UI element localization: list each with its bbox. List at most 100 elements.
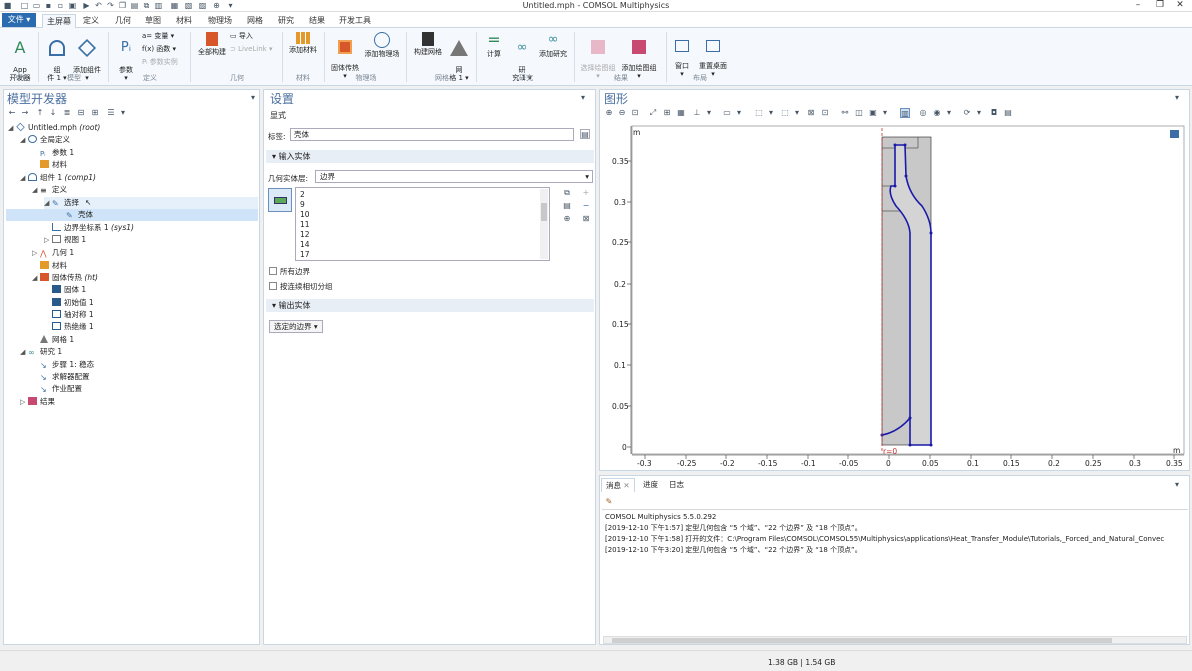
back-icon[interactable]: ← <box>7 108 17 118</box>
scrollbar-thumb[interactable] <box>612 638 1112 643</box>
close-icon[interactable]: ✕ <box>623 481 629 490</box>
add-to-selection-icon[interactable]: ⧉ <box>562 188 572 198</box>
list-options-icon[interactable]: ☰ <box>106 108 116 118</box>
clear-messages-icon[interactable]: ✎ <box>604 497 614 507</box>
label-input[interactable]: 壳体 <box>290 128 574 141</box>
zoom-extents-icon[interactable]: ⤢ <box>648 108 658 118</box>
camera-icon[interactable]: ◘ <box>989 108 999 118</box>
dropdown-icon[interactable]: ▾ <box>944 108 954 118</box>
activate-selection-button[interactable] <box>268 188 292 212</box>
show-icon[interactable]: ≣ <box>62 108 72 118</box>
tree-item-definitions[interactable]: ◢ ≡ 定义 <box>32 184 67 196</box>
tab-results[interactable]: 结果 <box>306 14 328 28</box>
dropdown-icon[interactable]: ▾ <box>766 108 776 118</box>
collapse-icon[interactable]: ⊟ <box>76 108 86 118</box>
tab-physics[interactable]: 物理场 <box>205 14 235 28</box>
move-down-icon[interactable]: ↓ <box>48 108 58 118</box>
invert-selection-icon[interactable]: ⊡ <box>820 108 830 118</box>
forward-icon[interactable]: → <box>20 108 30 118</box>
tab-log[interactable]: 日志 <box>666 478 687 492</box>
tree-item-mesh[interactable]: 网格 1 <box>32 334 74 346</box>
compute-button[interactable]: = 计算 <box>482 32 506 59</box>
add-study-button[interactable]: ∞ 添加研究 <box>536 32 570 58</box>
dropdown-icon[interactable]: ▾ <box>118 108 128 118</box>
view-cube-icon[interactable] <box>1170 130 1179 138</box>
close-button[interactable]: ✕ <box>1170 0 1190 11</box>
collapse-arrow-icon[interactable]: ◢ <box>20 134 28 146</box>
expand-arrow-icon[interactable]: ▷ <box>32 247 40 259</box>
windows-button[interactable]: 窗口 ▾ <box>670 32 694 78</box>
dropdown-icon[interactable]: ▾ <box>974 108 984 118</box>
refresh-icon[interactable]: ⟳ <box>962 108 972 118</box>
messages-horizontal-scrollbar[interactable] <box>603 636 1187 644</box>
dropdown-icon[interactable]: ▾ <box>880 108 890 118</box>
tab-definitions[interactable]: 定义 <box>80 14 102 28</box>
list-item[interactable]: 10 <box>300 210 310 220</box>
variables-button[interactable]: a= 变量 ▾ <box>142 32 174 41</box>
label-reset-icon[interactable]: ▤ <box>580 129 590 139</box>
axis-orientation-icon[interactable]: ⊥ <box>692 108 702 118</box>
wireframe-icon[interactable]: ⚯ <box>840 108 850 118</box>
zoom-in-icon[interactable]: ⊕ <box>604 108 614 118</box>
tree-item-step-stationary[interactable]: ↘ 步骤 1: 稳态 <box>32 359 94 371</box>
tree-item-job-config[interactable]: ↘ 作业配置 <box>32 383 82 395</box>
tree-item-solid[interactable]: 固体 1 <box>52 284 86 296</box>
geometry[interactable] <box>880 128 933 452</box>
paste-selection-icon[interactable]: ▤ <box>562 201 572 211</box>
print-icon[interactable]: ▤ <box>1003 108 1013 118</box>
selection-list[interactable]: 2 9 10 11 12 14 17 <box>295 187 550 261</box>
parameter-case-button[interactable]: Pᵢ 参数实例 <box>142 58 178 67</box>
output-entities-select[interactable]: 选定的边界 ▾ <box>269 320 323 333</box>
pin-icon[interactable]: ▾ <box>1172 93 1182 103</box>
list-item[interactable]: 11 <box>300 220 310 230</box>
collapse-arrow-icon[interactable]: ◢ <box>32 272 40 284</box>
scrollbar-thumb[interactable] <box>541 203 547 221</box>
tab-progress[interactable]: 进度 <box>640 478 661 492</box>
tree-item-study[interactable]: ◢ ∞ 研究 1 <box>20 346 62 358</box>
tab-developer[interactable]: 开发工具 <box>337 14 373 28</box>
output-entities-section[interactable]: ▾ 输出实体 <box>266 299 594 312</box>
livelink-button[interactable]: ⊃ LiveLink ▾ <box>230 45 272 54</box>
geometry-level-select[interactable]: 边界 ▾ <box>315 170 593 183</box>
graphics-canvas[interactable] <box>600 120 1189 470</box>
tree-item-view[interactable]: ▷ 视图 1 <box>44 234 86 246</box>
tree-item-parameters[interactable]: Pᵢ 参数 1 <box>32 147 74 159</box>
tree-item-component[interactable]: ◢ 组件 1 (comp1) <box>20 172 96 184</box>
tab-sketch[interactable]: 草图 <box>142 14 164 28</box>
collapse-arrow-icon[interactable]: ◢ <box>32 184 40 196</box>
zoom-box-icon[interactable]: ⊡ <box>630 108 640 118</box>
tab-study[interactable]: 研究 <box>275 14 297 28</box>
collapse-arrow-icon[interactable]: ◢ <box>20 172 28 184</box>
tree-item-materials[interactable]: 材料 <box>32 260 67 272</box>
add-material-button[interactable]: 添加材料 <box>286 32 320 54</box>
dropdown-icon[interactable]: ▾ <box>734 108 744 118</box>
hide-icon[interactable]: ◫ <box>854 108 864 118</box>
build-all-button[interactable]: 全部构建 <box>196 32 228 56</box>
expand-arrow-icon[interactable]: ▷ <box>44 234 52 246</box>
render-icon[interactable]: ◉ <box>932 108 942 118</box>
tree-item-heat-transfer[interactable]: ◢ 固体传热 (ht) <box>32 272 98 284</box>
dropdown-icon[interactable]: ▾ <box>704 108 714 118</box>
group-by-tangent-checkbox[interactable] <box>269 282 277 290</box>
minimize-button[interactable]: – <box>1128 0 1148 11</box>
tree-item-global-definitions[interactable]: ◢ 全局定义 <box>20 134 70 146</box>
tree-item-selections[interactable]: ◢ ✎ 选择 ↖ <box>44 197 258 209</box>
collapse-arrow-icon[interactable]: ◢ <box>8 122 16 134</box>
minus-icon[interactable]: − <box>581 201 591 211</box>
tab-geometry[interactable]: 几何 <box>112 14 134 28</box>
pin-icon[interactable]: ▾ <box>1172 480 1182 490</box>
maximize-button[interactable]: ❐ <box>1150 0 1170 11</box>
all-boundaries-checkbox[interactable] <box>269 267 277 275</box>
list-item[interactable]: 17 <box>300 250 310 260</box>
build-mesh-button[interactable]: 构建网格 <box>410 32 446 56</box>
add-physics-button[interactable]: 添加物理场 <box>362 32 402 58</box>
deselect-icon[interactable]: ⬚ <box>780 108 790 118</box>
zoom-out-icon[interactable]: ⊖ <box>617 108 627 118</box>
select-all-icon[interactable]: ⊠ <box>806 108 816 118</box>
list-item[interactable]: 12 <box>300 230 310 240</box>
pin-icon[interactable]: ▾ <box>248 93 258 103</box>
clear-selection-icon[interactable]: ⊠ <box>581 214 591 224</box>
scene-light-icon[interactable]: ◎ <box>918 108 928 118</box>
zoom-selected-icon[interactable]: ⊞ <box>662 108 672 118</box>
tab-materials[interactable]: 材料 <box>173 14 195 28</box>
